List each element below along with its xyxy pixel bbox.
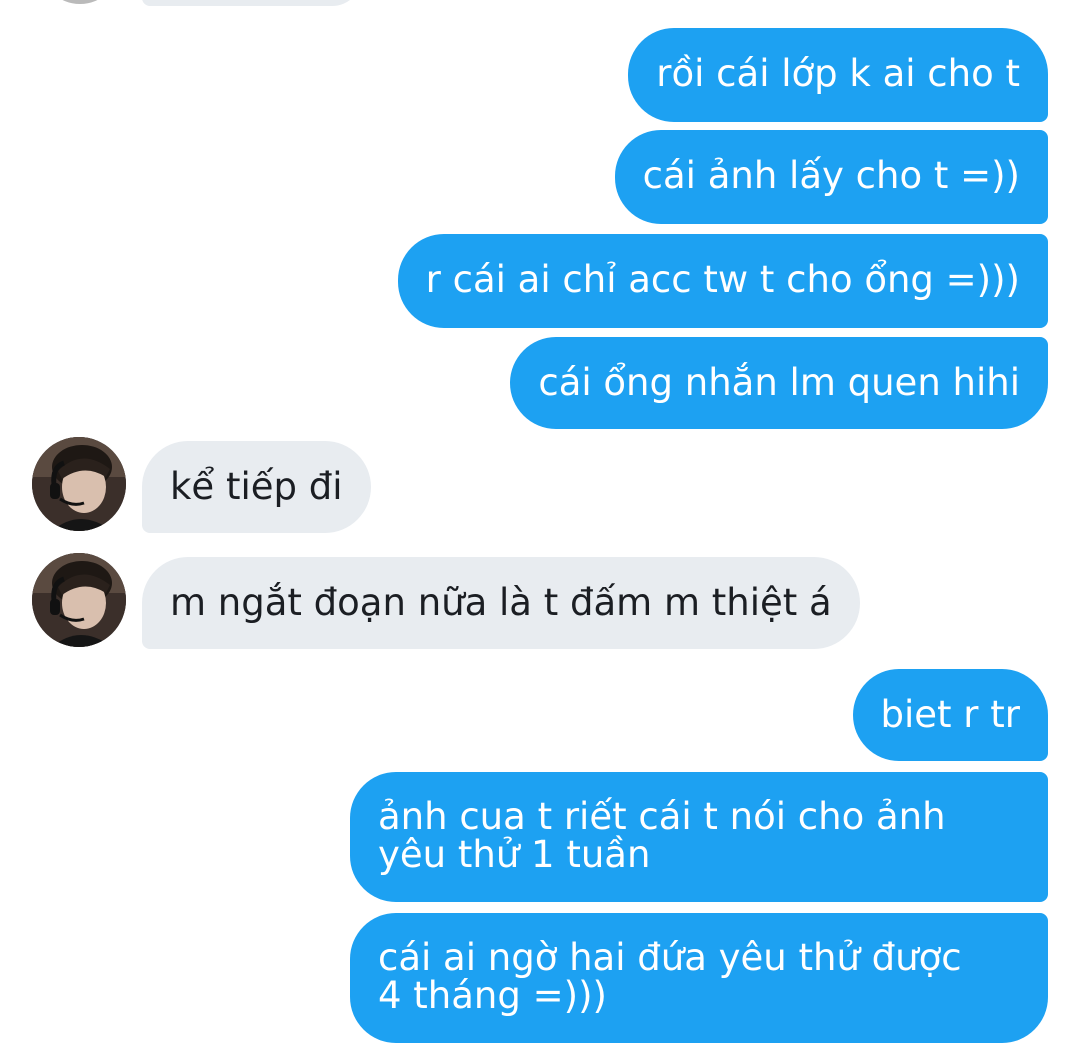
message-bubble-outgoing[interactable]: biet r tr — [852, 669, 1048, 761]
message-bubble-outgoing[interactable]: ảnh cua t riết cái t nói cho ảnh yêu thử… — [350, 772, 1048, 902]
avatar-partial — [40, 0, 120, 4]
message-bubble-incoming[interactable]: kể tiếp đi — [142, 441, 371, 533]
message-bubble-incoming[interactable]: m ngắt đoạn nữa là t đấm m thiệt á — [142, 557, 860, 649]
message-bubble-outgoing[interactable]: rồi cái lớp k ai cho t — [628, 28, 1048, 122]
message-bubble-partial — [142, 0, 362, 6]
contact-avatar[interactable] — [32, 553, 126, 647]
contact-avatar[interactable] — [32, 437, 126, 531]
message-bubble-outgoing[interactable]: cái ai ngờ hai đứa yêu thử được 4 tháng … — [350, 913, 1048, 1043]
avatar-icon — [32, 437, 126, 531]
message-bubble-outgoing[interactable]: cái ảnh lấy cho t =)) — [614, 130, 1048, 224]
avatar-icon — [32, 553, 126, 647]
message-thread: rồi cái lớp k ai cho t cái ảnh lấy cho t… — [0, 0, 1080, 1052]
message-bubble-outgoing[interactable]: r cái ai chỉ acc tw t cho ổng =))) — [397, 234, 1048, 328]
message-bubble-outgoing[interactable]: cái ổng nhắn lm quen hihi — [510, 337, 1048, 429]
